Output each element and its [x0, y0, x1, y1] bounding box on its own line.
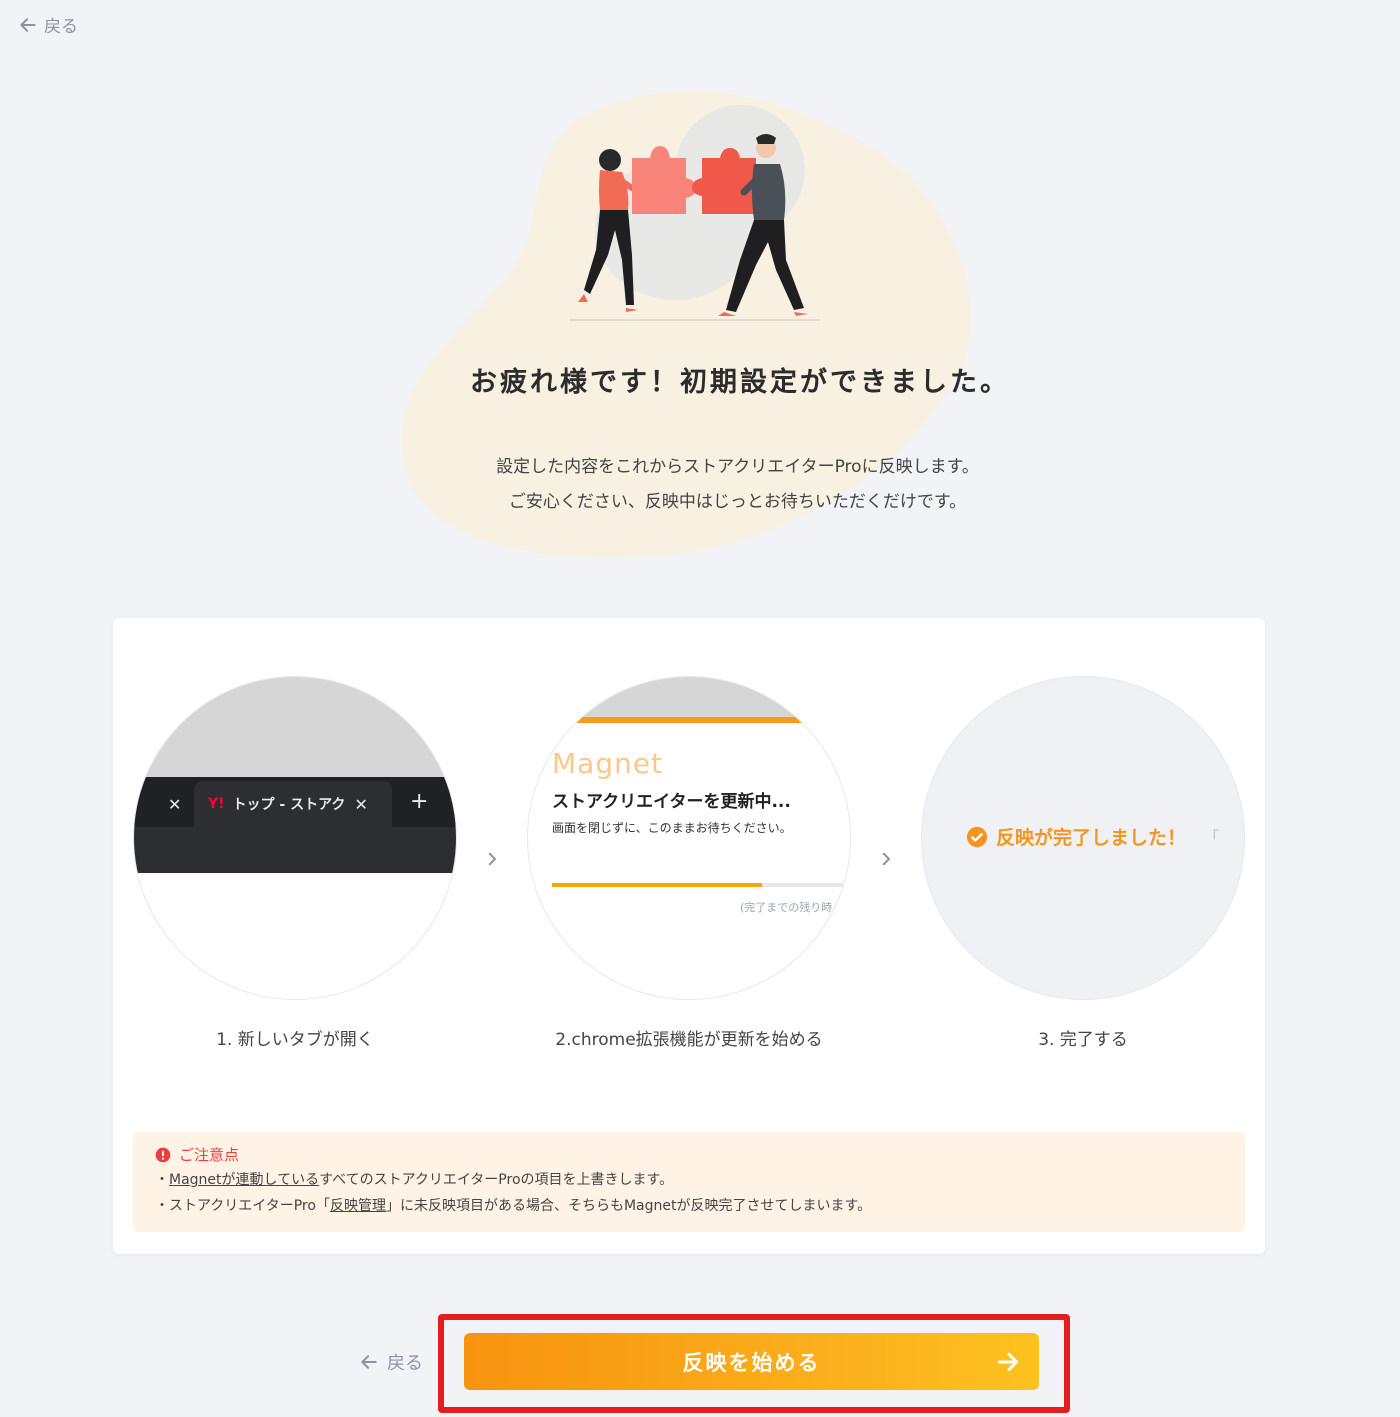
step-image-new-tab: ✕ Y! トップ - ストアクリエイター ✕ + [133, 676, 457, 1000]
yahoo-logo-icon: Y! [208, 796, 225, 812]
chevron-right-icon [882, 852, 890, 866]
step-label: 1. 新しいタブが開く [216, 1030, 374, 1050]
notice-text: すべてのストアクリエイターProの項目を上書きします。 [319, 1172, 674, 1188]
window-backdrop [528, 677, 850, 717]
browser-tab: Y! トップ - ストアクリエイター ✕ [194, 781, 392, 827]
chevron-right-icon [488, 852, 496, 866]
back-link-label: 戻る [387, 1353, 423, 1374]
new-tab-icon: + [410, 789, 429, 814]
back-link-label: 戻る [44, 17, 78, 37]
reflection-management-link[interactable]: 反映管理 [330, 1198, 386, 1214]
close-tab-icon: ✕ [354, 794, 368, 814]
notice-text: 」に未反映項目がある場合、そちらもMagnetが反映完了させてしまいます。 [385, 1198, 872, 1214]
start-button-label: 反映を始める [682, 1350, 821, 1375]
step-complete: 反映が完了しました！ 「 3. 完了する [921, 676, 1245, 1050]
back-link-bottom[interactable]: 戻る [359, 1349, 423, 1375]
complete-message-text: 反映が完了しました！ [996, 827, 1187, 849]
step-label: 3. 完了する [1038, 1030, 1128, 1050]
notice-heading-text: ご注意点 [179, 1146, 240, 1164]
magnet-linked-link[interactable]: Magnetが連動している [169, 1172, 319, 1188]
description-line: ご安心ください、反映中はじっとお待ちいただくだけです。 [508, 492, 967, 512]
step-extension-update: Magnet ストアクリエイターを更新中... 画面を閉じずに、このままお待ちく… [527, 676, 851, 1050]
step-label: 2.chrome拡張機能が更新を始める [555, 1030, 823, 1050]
page-title: お疲れ様です！初期設定ができました。 [470, 367, 1010, 398]
close-tab-icon: ✕ [168, 795, 182, 814]
arrow-left-icon [361, 1355, 377, 1369]
progress-fill [552, 883, 762, 887]
window-backdrop [134, 677, 456, 777]
notice-box: ご注意点 ・Magnetが連動しているすべてのストアクリエイターProの項目を上… [133, 1132, 1245, 1232]
arrow-right-icon [997, 1352, 1019, 1372]
complete-message-extra: 「 [1204, 828, 1220, 846]
remaining-time-text: (完了までの残り時 [740, 901, 833, 914]
alert-icon [155, 1147, 171, 1163]
notice-line: ・Magnetが連動しているすべてのストアクリエイターProの項目を上書きします… [155, 1166, 1223, 1194]
update-subtitle: 画面を閉じずに、このままお待ちください。 [552, 821, 792, 835]
notice-heading: ご注意点 [155, 1144, 1223, 1166]
magnet-logo: Magnet [552, 747, 664, 780]
back-link-top[interactable]: 戻る [18, 12, 78, 37]
step-new-tab: ✕ Y! トップ - ストアクリエイター ✕ + 1. 新しいタブが開く [133, 676, 457, 1050]
step-image-extension-update: Magnet ストアクリエイターを更新中... 画面を閉じずに、このままお待ちく… [527, 676, 851, 1000]
hero-section: お疲れ様です！初期設定ができました。 設定した内容をこれからストアクリエイターP… [0, 60, 1400, 560]
hero-description: 設定した内容をこれからストアクリエイターProに反映します。 ご安心ください、反… [0, 450, 1400, 520]
browser-tab-title: トップ - ストアクリエイター [232, 797, 345, 813]
check-circle-icon [966, 826, 988, 847]
update-title: ストアクリエイターを更新中... [552, 792, 791, 812]
description-line: 設定した内容をこれからストアクリエイターProに反映します。 [496, 457, 979, 477]
start-reflection-button[interactable]: 反映を始める [464, 1333, 1039, 1390]
puzzle-people-illustration [570, 134, 820, 321]
complete-message: 反映が完了しました！ 「 [966, 823, 1219, 850]
step-image-complete: 反映が完了しました！ 「 [921, 676, 1245, 1000]
notice-text: ・ [155, 1172, 169, 1188]
notice-text: ・ストアクリエイターPro「 [155, 1198, 330, 1214]
accent-line [574, 717, 806, 723]
steps-card: ✕ Y! トップ - ストアクリエイター ✕ + 1. 新しいタブが開く Mag… [113, 618, 1265, 1254]
arrow-left-icon [20, 17, 36, 32]
notice-line: ・ストアクリエイターPro「反映管理」に未反映項目がある場合、そちらもMagne… [155, 1192, 1223, 1220]
